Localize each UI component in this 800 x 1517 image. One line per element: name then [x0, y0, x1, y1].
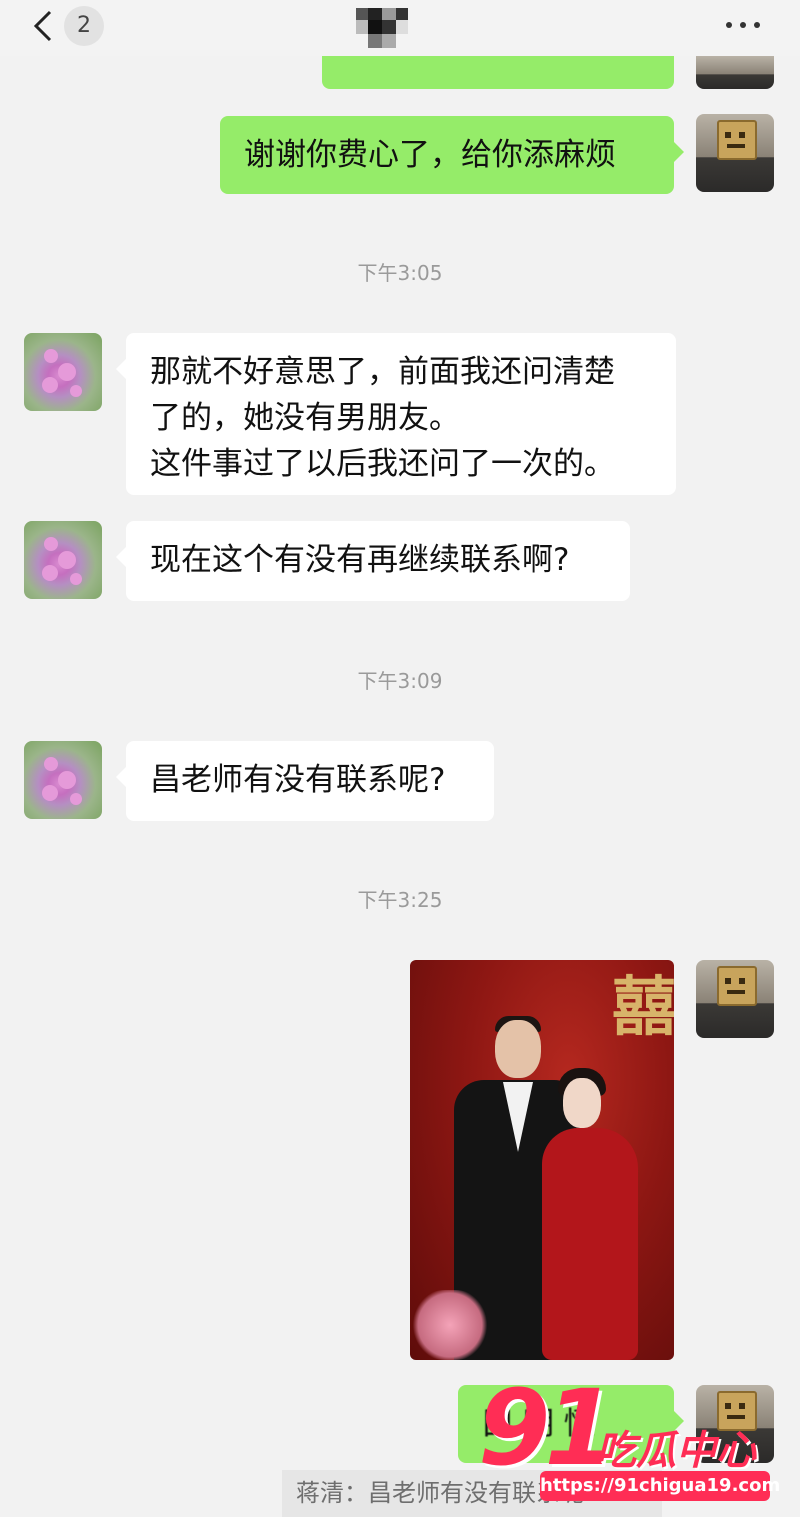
message-timestamp: 下午3:25 [357, 888, 443, 912]
watermark-text: 吃瓜中心 [596, 1428, 756, 1474]
wedding-photo-message[interactable]: 囍 [410, 960, 674, 1360]
watermark-number: 91 [478, 1367, 617, 1489]
contact-avatar[interactable] [24, 741, 102, 819]
previous-message-bubble [322, 56, 674, 89]
incoming-message-bubble[interactable]: 那就不好意思了，前面我还问清楚 了的，她没有男朋友。 这件事过了以后我还问了一次… [116, 333, 676, 495]
message-timestamp: 下午3:05 [357, 261, 443, 285]
double-happiness-sign: 囍 [612, 970, 674, 1045]
my-avatar[interactable] [696, 960, 774, 1038]
message-timestamp: 下午3:09 [357, 669, 443, 693]
bride-face [563, 1078, 601, 1128]
my-avatar[interactable] [696, 56, 774, 89]
outgoing-message-bubble[interactable]: 谢谢你费心了，给你添麻烦 [220, 116, 684, 194]
bride-figure [542, 1128, 638, 1360]
flower-decoration [410, 1290, 490, 1360]
contact-avatar[interactable] [24, 521, 102, 599]
groom-face [495, 1020, 541, 1078]
watermark-url: https://91chigua19.com [540, 1471, 780, 1501]
chevron-left-icon[interactable] [30, 8, 58, 44]
unread-count-badge[interactable]: 2 [64, 6, 104, 46]
more-dots-icon[interactable] [724, 14, 764, 34]
chat-title-mosaic [356, 8, 408, 48]
contact-avatar[interactable] [24, 333, 102, 411]
incoming-message-bubble[interactable]: 现在这个有没有再继续联系啊? [116, 521, 630, 601]
my-avatar[interactable] [696, 114, 774, 192]
incoming-message-bubble[interactable]: 昌老师有没有联系呢? [116, 741, 494, 821]
